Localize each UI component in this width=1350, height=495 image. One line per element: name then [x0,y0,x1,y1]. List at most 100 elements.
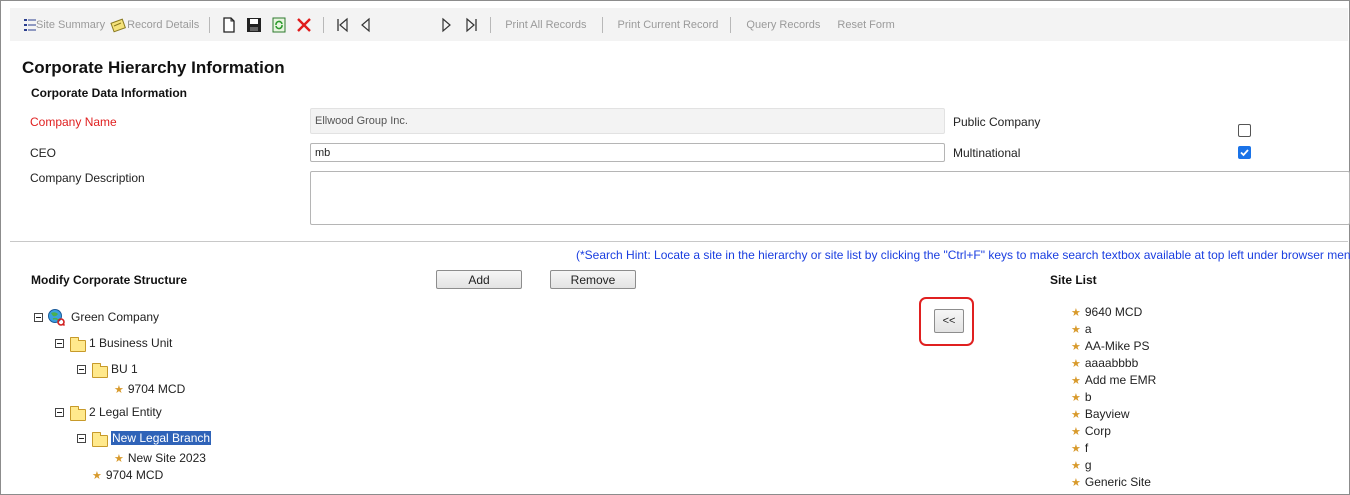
company-description-label: Company Description [30,171,145,185]
company-description-field[interactable] [310,171,1350,225]
delete-icon[interactable] [295,16,313,34]
print-all-records-link[interactable]: Print All Records [505,19,586,31]
query-records-link[interactable]: Query Records [746,19,820,31]
multinational-label: Multinational [953,146,1021,160]
ceo-field[interactable]: mb [310,143,945,162]
tree-node-business-unit[interactable]: 1 Business Unit [55,334,172,352]
site-star-icon: ★ [114,383,124,396]
section-divider [10,241,1348,242]
save-icon[interactable] [245,16,263,34]
last-record-icon[interactable] [462,16,480,34]
site-list-item[interactable]: ★ 9640 MCD [1071,305,1142,319]
site-star-icon: ★ [1071,425,1081,438]
toolbar-separator [730,16,732,33]
site-star-icon: ★ [1071,374,1081,387]
site-list-item[interactable]: ★ Add me EMR [1071,373,1156,387]
reset-form-link[interactable]: Reset Form [837,19,894,31]
toolbar-separator [209,16,211,33]
toolbar-separator [490,16,492,33]
site-list-item[interactable]: ★ a [1071,322,1092,336]
tree-node-site[interactable]: ★ 9704 MCD [114,382,185,396]
site-list-item-label: f [1084,441,1089,455]
site-list-item-label: AA-Mike PS [1084,339,1150,353]
tree-node-site[interactable]: ★ 9704 MCD [92,468,163,482]
site-list-item[interactable]: ★ AA-Mike PS [1071,339,1150,353]
previous-record-icon[interactable] [356,16,374,34]
toolbar-separator [601,16,603,33]
site-list-item-label: 9640 MCD [1084,305,1143,319]
site-list-item[interactable]: ★ Corp [1071,424,1111,438]
site-list-item-label: a [1084,322,1092,336]
public-company-checkbox[interactable] [1238,124,1251,137]
folder-icon [92,432,108,447]
folder-icon [92,363,108,378]
site-list-item[interactable]: ★ f [1071,441,1088,455]
site-list-item[interactable]: ★ Bayview [1071,407,1130,421]
collapse-icon[interactable] [55,407,64,417]
collapse-icon[interactable] [55,338,64,348]
move-left-button[interactable]: << [934,309,964,333]
site-star-icon: ★ [92,469,102,482]
site-list-title: Site List [1050,273,1097,287]
tree-node-bu1[interactable]: BU 1 [77,360,138,378]
tree-node-label-selected: New Legal Branch [111,431,212,445]
add-button[interactable]: Add [436,270,522,289]
site-summary-link[interactable]: Site Summary [36,19,105,31]
company-name-field[interactable]: Ellwood Group Inc. [310,108,945,134]
site-star-icon: ★ [1071,476,1081,489]
modify-structure-title: Modify Corporate Structure [31,273,188,287]
refresh-icon[interactable] [270,16,288,34]
globe-icon [48,309,65,326]
corporate-data-section-title: Corporate Data Information [31,86,188,100]
checkmark-icon [1240,149,1249,157]
company-name-label: Company Name [30,115,117,129]
folder-icon [70,337,86,352]
site-star-icon: ★ [1071,306,1081,319]
remove-button[interactable]: Remove [550,270,636,289]
ceo-label: CEO [30,146,57,160]
tree-node-legal-entity[interactable]: 2 Legal Entity [55,403,162,421]
tree-node-label: 1 Business Unit [89,336,173,350]
toolbar-separator [323,16,325,33]
collapse-icon[interactable] [34,312,43,322]
tree-node-label: 2 Legal Entity [89,405,162,419]
site-list-item-label: g [1084,458,1092,472]
site-list-item-label: aaaabbbb [1084,356,1139,370]
site-list-item-label: b [1084,390,1092,404]
site-star-icon: ★ [1071,340,1081,353]
folder-icon [70,406,86,421]
record-details-link[interactable]: Record Details [127,19,199,31]
new-document-icon[interactable] [220,16,238,34]
site-star-icon: ★ [1071,442,1081,455]
site-list-item[interactable]: ★ Generic Site [1071,475,1151,489]
tree-node-root[interactable]: Green Company [34,308,159,326]
tree-node-label: BU 1 [111,362,138,376]
print-current-record-link[interactable]: Print Current Record [618,19,719,31]
toolbar: Site Summary Record Details Print All Re… [10,8,1348,41]
record-details-icon[interactable] [109,16,127,34]
site-list-item[interactable]: ★ aaaabbbb [1071,356,1138,370]
page-title: Corporate Hierarchy Information [22,58,285,77]
multinational-checkbox[interactable] [1238,146,1251,159]
site-star-icon: ★ [1071,323,1081,336]
site-list-item-label: Bayview [1084,407,1130,421]
site-list-item-label: Generic Site [1084,475,1151,489]
next-record-icon[interactable] [438,16,456,34]
tree-node-new-legal-branch[interactable]: New Legal Branch [77,429,212,447]
list-icon[interactable] [24,16,36,34]
site-list-item-label: Add me EMR [1084,373,1157,387]
tree-node-label: 9704 MCD [105,468,164,482]
site-star-icon: ★ [1071,391,1081,404]
search-hint: (*Search Hint: Locate a site in the hier… [576,248,1350,262]
site-star-icon: ★ [114,452,124,465]
tree-node-site[interactable]: ★ New Site 2023 [114,451,206,465]
first-record-icon[interactable] [334,16,352,34]
site-list-item-label: Corp [1084,424,1111,438]
collapse-icon[interactable] [77,433,86,443]
tree-node-label: 9704 MCD [127,382,186,396]
tree-node-label: Green Company [71,310,160,324]
site-list-item[interactable]: ★ g [1071,458,1092,472]
public-company-label: Public Company [953,115,1041,129]
collapse-icon[interactable] [77,364,86,374]
site-list-item[interactable]: ★ b [1071,390,1092,404]
